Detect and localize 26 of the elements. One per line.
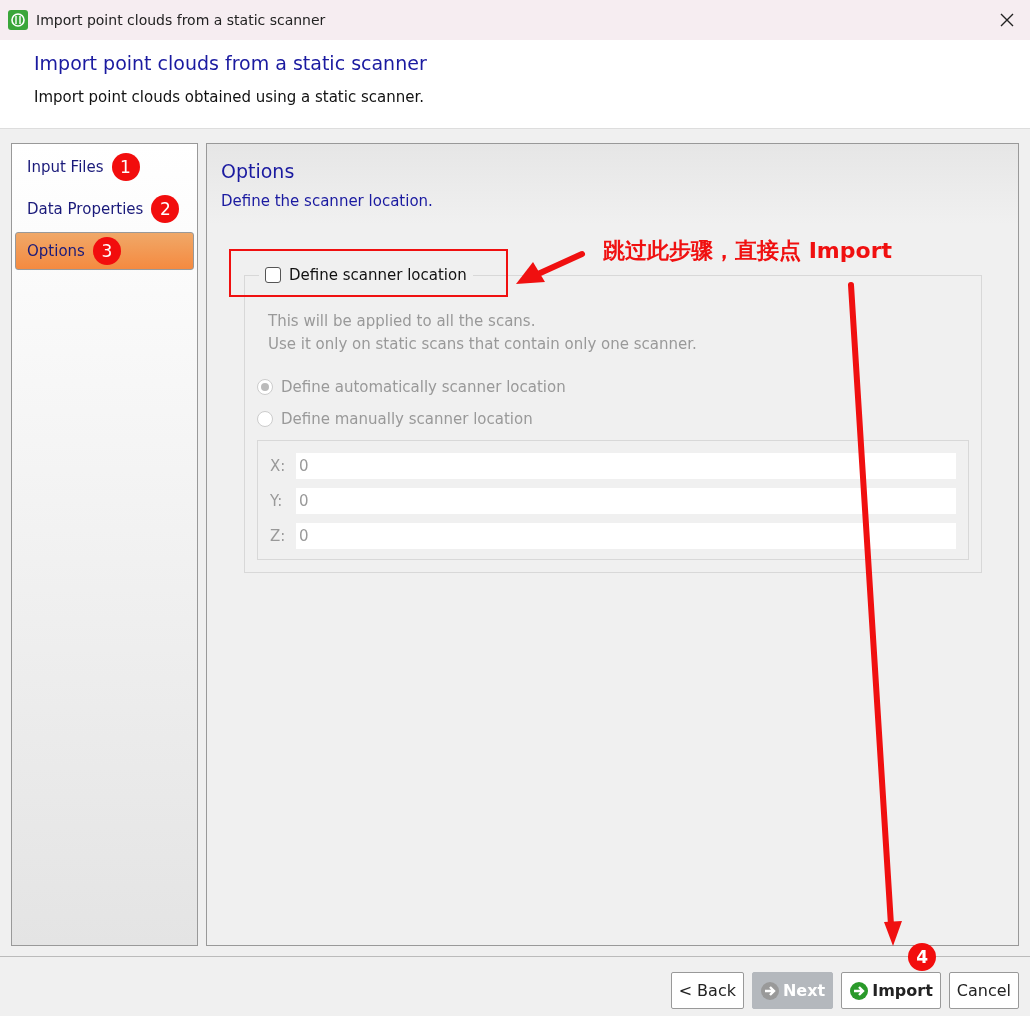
back-button[interactable]: < Back [670, 972, 744, 1009]
step-number-badge: 2 [151, 195, 180, 223]
coordinate-label: Y: [270, 492, 283, 510]
coordinate-label: X: [270, 457, 283, 475]
note-text: This will be applied to all the scans. [268, 311, 537, 332]
note-text: Use it only on static scans that contain only one scanner. [268, 334, 698, 355]
checkbox-label: Define scanner location [289, 266, 467, 284]
step-number-badge: 4 [908, 943, 937, 971]
radio-label: Define manually scanner location [281, 410, 533, 428]
coordinate-label: Z: [270, 527, 283, 545]
step-item[interactable]: Options 3 [15, 232, 194, 270]
step-item[interactable]: Data Properties 2 [15, 190, 194, 228]
step-item[interactable]: Input Files 1 [15, 148, 194, 186]
annotation-arrow [516, 251, 585, 284]
page-title: Options [221, 160, 296, 182]
radio-label: Define automatically scanner location [281, 378, 566, 396]
step-number-badge: 1 [111, 153, 140, 181]
window-title: Import point clouds from a static scanner [36, 12, 327, 28]
step-number-badge: 3 [92, 237, 121, 265]
annotation-text: 跳过此步骤，直接点 Import [603, 237, 892, 265]
app-icon [8, 10, 28, 30]
close-icon [1000, 13, 1014, 27]
wizard-subtitle: Import point clouds obtained using a static scanner. [34, 88, 425, 106]
page-subtitle: Define the scanner location. [221, 192, 434, 210]
cancel-button[interactable]: Cancel [948, 972, 1019, 1009]
wizard-title: Import point clouds from a static scanner [34, 52, 428, 74]
